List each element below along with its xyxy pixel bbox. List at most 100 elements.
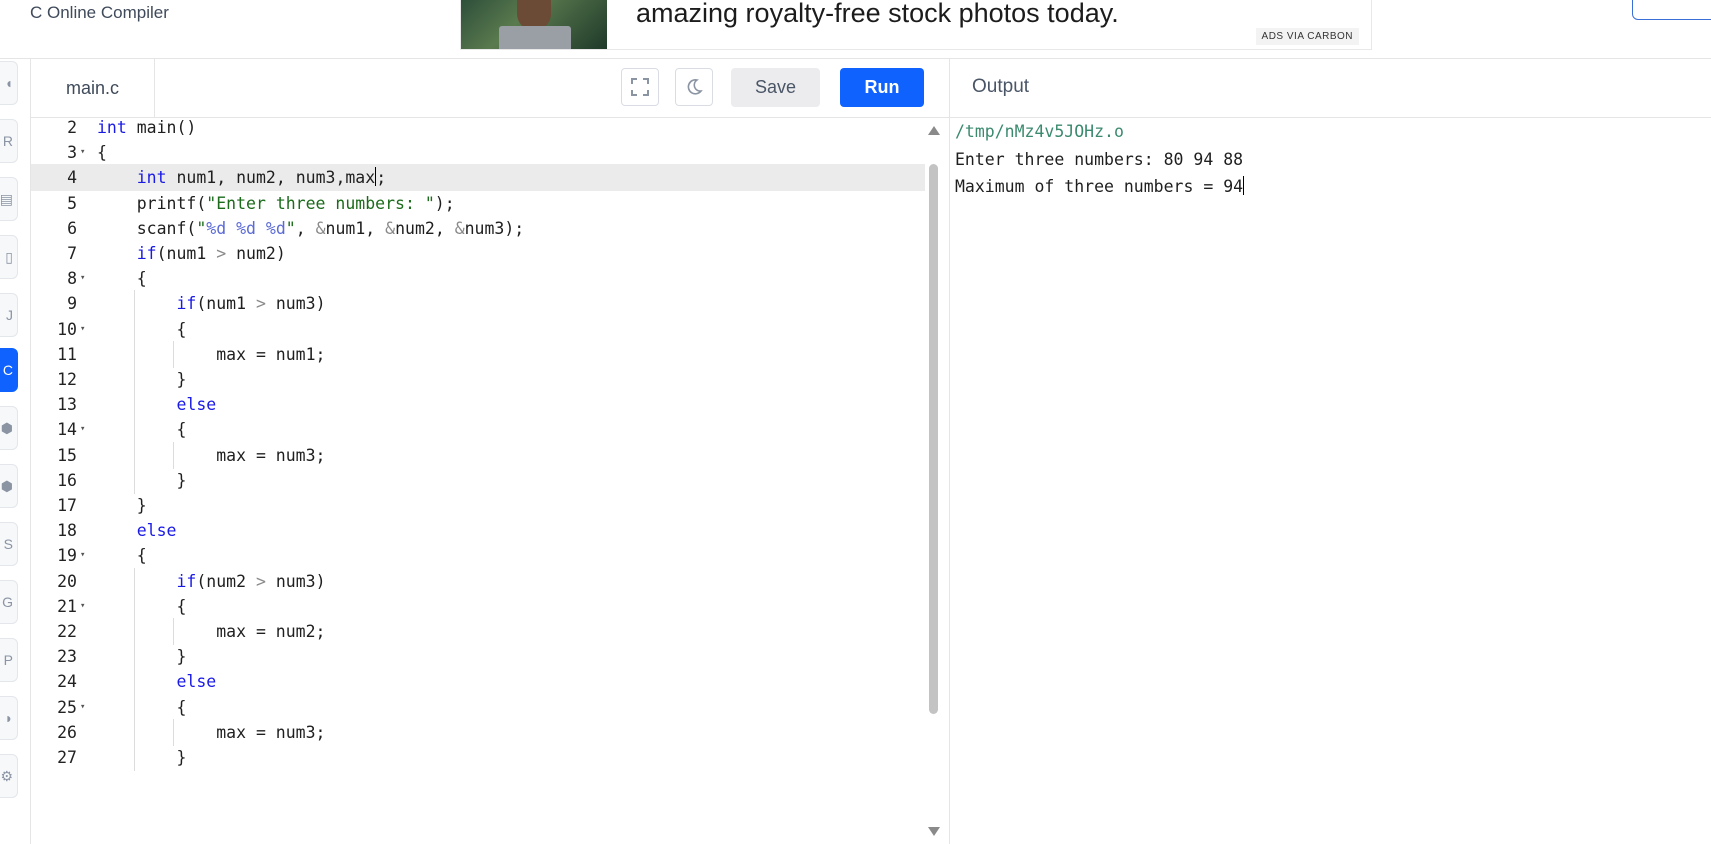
code-line[interactable]: 7 if(num1 > num2) — [31, 240, 931, 267]
code-text: { — [97, 420, 187, 440]
code-text: { — [97, 319, 187, 339]
code-line[interactable]: 6 scanf("%d %d %d", &num1, &num2, &num3)… — [31, 215, 931, 242]
line-number: 17 — [57, 496, 77, 515]
sidebar-item-rust[interactable]: ⚙ — [0, 754, 18, 798]
ad-image[interactable] — [461, 0, 607, 49]
code-editor[interactable]: 2 int main() 3 ▾{4 int num1, num2, num3,max… — [31, 118, 949, 844]
sidebar-item-cpp[interactable]: ⬢ — [0, 406, 18, 450]
python-icon: ◖ — [4, 75, 13, 91]
code-line[interactable]: 25 ▾ { — [31, 693, 931, 721]
sidebar-item-java[interactable]: J — [0, 293, 18, 337]
sidebar-item-r[interactable]: R — [0, 119, 18, 163]
panel-divider[interactable] — [949, 59, 950, 844]
html-icon: ▯ — [5, 248, 13, 265]
code-text: else — [136, 521, 177, 541]
sidebar-item-swift[interactable]: ◗ — [0, 696, 18, 740]
code-line[interactable]: 27 } — [31, 744, 931, 771]
page-title: C Online Compiler — [30, 3, 169, 22]
line-number: 13 — [57, 395, 77, 415]
code-line[interactable]: 2 int main() — [31, 118, 931, 141]
sidebar-item-c[interactable]: C — [0, 348, 18, 392]
code-line[interactable]: 22 max = num2; — [31, 618, 931, 645]
code-line[interactable]: 17 } — [31, 492, 931, 519]
header-action-button[interactable] — [1632, 0, 1711, 20]
run-button[interactable]: Run — [840, 68, 924, 107]
php-icon: P — [3, 652, 13, 668]
code-text: else — [176, 672, 217, 692]
output-path: /tmp/nMz4v5JOHz.o — [955, 122, 1124, 141]
file-tab-main-c[interactable]: main.c — [31, 59, 155, 117]
editor-caret — [375, 167, 377, 187]
editor-toolbar: main.c Save Run — [31, 59, 949, 118]
fold-toggle-icon[interactable]: ▾ — [80, 139, 85, 166]
code-line[interactable]: 21 ▾ { — [31, 592, 931, 620]
line-number: 26 — [57, 722, 77, 742]
sidebar-item-go[interactable]: G — [0, 580, 18, 624]
code-line[interactable]: 20 if(num2 > num3) — [31, 567, 931, 595]
line-number: 8 — [67, 269, 77, 289]
code-text: max = num2; — [97, 622, 326, 641]
output-line-last: Maximum of three numbers = 94 — [955, 173, 1705, 201]
ad-laptop-shape — [499, 26, 571, 49]
swift-icon: ◗ — [4, 710, 13, 726]
sidebar-item-csharp[interactable]: ⬢ — [0, 464, 18, 508]
code-line[interactable]: 4 int num1, num2, num3,max; — [31, 164, 931, 192]
sidebar-item-python[interactable]: ◖ — [0, 61, 18, 105]
code-line[interactable]: 5 printf("Enter three numbers: "); — [31, 190, 931, 217]
scroll-down-icon[interactable] — [928, 827, 940, 836]
code-line[interactable]: 10 ▾ { — [31, 315, 931, 343]
java-icon: J — [6, 307, 13, 323]
code-line[interactable]: 9 if(num1 > num3) — [31, 290, 931, 318]
language-sidebar: ◖ R ▤ ▯ J C ⬢ ⬢ S G P ◗ ⚙ — [0, 59, 31, 844]
r-icon: R — [2, 133, 13, 149]
cpp-icon: ⬢ — [0, 419, 13, 436]
code-line[interactable]: 15 max = num3; — [31, 441, 931, 469]
save-button[interactable]: Save — [731, 68, 820, 107]
fold-toggle-icon[interactable]: ▾ — [80, 593, 85, 620]
fold-toggle-icon[interactable]: ▾ — [80, 316, 85, 343]
code-line[interactable]: 8 ▾ { — [31, 265, 931, 292]
csharp-icon: ⬢ — [0, 477, 13, 494]
code-line[interactable]: 3 ▾ { — [31, 139, 931, 166]
code-line[interactable]: 24 else — [31, 668, 931, 696]
line-number: 27 — [57, 748, 77, 767]
theme-toggle-button[interactable] — [675, 68, 713, 106]
go-icon: G — [2, 594, 13, 610]
code-line[interactable]: 14 ▾ { — [31, 416, 931, 444]
output-console[interactable]: /tmp/nMz4v5JOHz.o Enter three numbers: 80… — [955, 118, 1705, 201]
sidebar-item-html[interactable]: ▯ — [0, 235, 18, 279]
code-line[interactable]: 13 else — [31, 391, 931, 419]
line-number: 16 — [57, 470, 77, 490]
code-line[interactable]: 11 max = num1; — [31, 340, 931, 368]
code-text: { — [97, 546, 147, 566]
code-text: { — [97, 697, 187, 717]
fold-toggle-icon[interactable]: ▾ — [80, 416, 85, 443]
code-line[interactable]: 26 max = num3; — [31, 718, 931, 746]
code-line[interactable]: 23 } — [31, 643, 931, 671]
code-line[interactable]: 18 else — [31, 517, 931, 544]
sidebar-item-sql[interactable]: ▤ — [0, 177, 18, 221]
line-number: 22 — [57, 622, 77, 641]
scrollbar-thumb[interactable] — [929, 164, 938, 714]
fold-toggle-icon[interactable]: ▾ — [80, 694, 85, 721]
scroll-up-icon[interactable] — [928, 126, 940, 135]
editor-scrollbar[interactable] — [925, 118, 942, 844]
code-line[interactable]: 12 } — [31, 366, 931, 393]
fullscreen-button[interactable] — [621, 68, 659, 106]
output-title: Output — [972, 76, 1030, 97]
fold-toggle-icon[interactable]: ▾ — [80, 542, 85, 569]
code-line[interactable]: 19 ▾ { — [31, 542, 931, 569]
code-text: { — [97, 596, 187, 616]
fold-toggle-icon[interactable]: ▾ — [80, 265, 85, 292]
sidebar-item-js[interactable]: S — [0, 522, 18, 566]
code-text: if(num1 > num2) — [136, 244, 286, 263]
ad-via-label[interactable]: ADS VIA CARBON — [1255, 28, 1359, 45]
code-text: } — [97, 370, 187, 389]
ad-banner[interactable]: amazing royalty-free stock photos today.… — [460, 0, 1372, 50]
line-number: 2 — [67, 118, 77, 137]
code-line[interactable]: 16 } — [31, 466, 931, 494]
sidebar-item-php[interactable]: P — [0, 638, 18, 682]
code-text: } — [97, 496, 147, 515]
ad-text[interactable]: amazing royalty-free stock photos today. — [636, 0, 1119, 29]
code-text: } — [97, 748, 187, 767]
